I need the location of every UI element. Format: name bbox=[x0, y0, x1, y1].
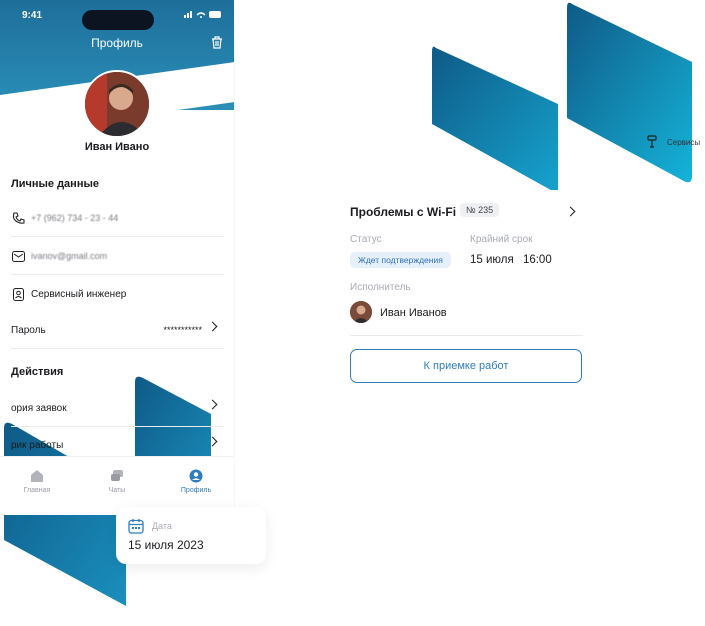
phone-value: +7 (962) 734 - 23 - 44 bbox=[31, 213, 119, 223]
actions-section-title: Действия bbox=[11, 366, 64, 378]
date-label: Дата bbox=[152, 521, 172, 531]
password-row[interactable]: Пароль *********** bbox=[11, 312, 224, 349]
decor-shape-top-middle bbox=[432, 46, 558, 194]
deadline-label: Крайний срок bbox=[470, 234, 533, 245]
chevron-right-icon[interactable] bbox=[565, 206, 576, 217]
status-label: Статус bbox=[350, 234, 382, 245]
badge-icon bbox=[11, 287, 25, 301]
tab-chats[interactable]: Чаты bbox=[82, 469, 152, 494]
task-number-badge: № 235 bbox=[460, 203, 500, 217]
tab-home-label: Главная bbox=[23, 487, 51, 494]
password-value: *********** bbox=[163, 325, 202, 335]
action-history-label: ория заявок bbox=[11, 402, 67, 414]
status-icons bbox=[184, 9, 224, 22]
email-row[interactable]: ivanov@gmail.com bbox=[11, 238, 224, 275]
action-history-row[interactable]: ория заявок bbox=[11, 390, 224, 427]
deadline-value: 15 июля 16:00 bbox=[470, 254, 552, 266]
action-schedule-label: рик работы bbox=[11, 439, 64, 451]
deadline-date: 15 июля bbox=[470, 254, 514, 266]
services-icon bbox=[646, 135, 660, 154]
role-value: Сервисный инженер bbox=[31, 288, 127, 300]
executor-avatar bbox=[350, 301, 372, 323]
dynamic-island bbox=[82, 10, 154, 30]
personal-section-title: Личные данные bbox=[11, 178, 99, 190]
phone-icon bbox=[11, 211, 25, 225]
home-icon bbox=[30, 469, 44, 483]
phone-row[interactable]: +7 (962) 734 - 23 - 44 bbox=[11, 200, 224, 237]
tab-profile[interactable]: Профиль bbox=[161, 469, 231, 494]
accept-work-button[interactable]: К приемке работ bbox=[350, 349, 582, 383]
chevron-right-icon bbox=[207, 399, 218, 410]
decor-shape-top-right bbox=[567, 2, 692, 183]
executor-name: Иван Иванов bbox=[380, 307, 447, 319]
chat-icon bbox=[110, 469, 124, 483]
tab-bar: Главная Чаты Профиль bbox=[0, 456, 234, 515]
tab-profile-label: Профиль bbox=[180, 487, 212, 494]
status-time: 9:41 bbox=[22, 10, 43, 21]
date-card: Дата 15 июля 2023 bbox=[116, 507, 266, 564]
services-label[interactable]: Сервисы bbox=[667, 138, 700, 147]
chevron-right-icon bbox=[207, 321, 218, 332]
mail-icon bbox=[11, 249, 25, 263]
date-value: 15 июля 2023 bbox=[128, 538, 204, 552]
trash-icon[interactable] bbox=[211, 36, 223, 49]
password-label: Пароль bbox=[11, 324, 46, 336]
user-name: Иван Ивано bbox=[84, 141, 150, 153]
chevron-right-icon bbox=[207, 436, 218, 447]
avatar[interactable] bbox=[83, 70, 151, 138]
status-badge: Ждет подтверждения bbox=[350, 252, 451, 268]
deadline-time: 16:00 bbox=[522, 254, 552, 266]
task-card[interactable]: Проблемы с Wi-Fi № 235 Статус Крайний ср… bbox=[338, 190, 598, 400]
tab-chats-label: Чаты bbox=[108, 487, 126, 494]
role-row: Сервисный инженер bbox=[11, 276, 224, 312]
page-title: Профиль bbox=[91, 36, 143, 50]
email-value: ivanov@gmail.com bbox=[31, 251, 108, 261]
task-title: Проблемы с Wi-Fi bbox=[350, 205, 457, 219]
calendar-icon bbox=[128, 518, 144, 539]
divider bbox=[350, 335, 583, 336]
executor-label: Исполнитель bbox=[350, 282, 411, 293]
profile-icon bbox=[189, 469, 203, 483]
phone-mockup: 9:41 Профиль Иван Ивано Личные данные +7… bbox=[0, 0, 234, 515]
tab-home[interactable]: Главная bbox=[2, 469, 72, 494]
